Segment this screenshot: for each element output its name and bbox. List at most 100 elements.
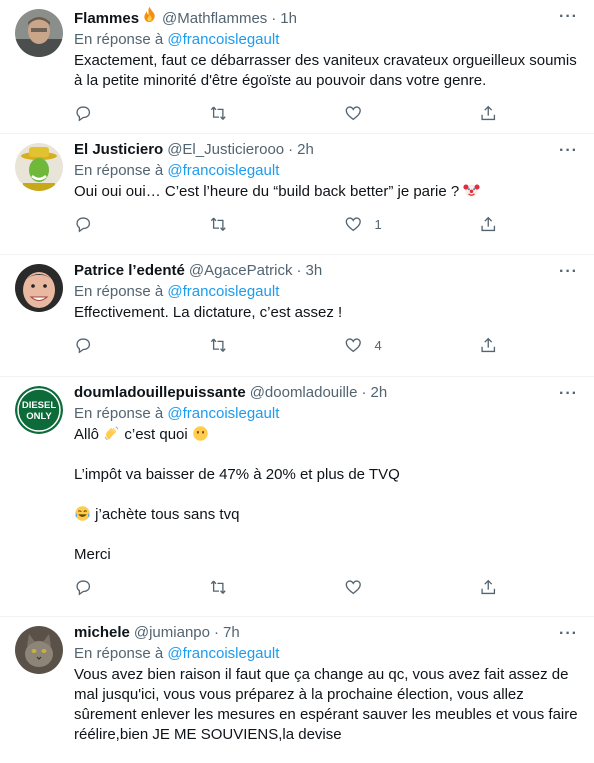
tweet[interactable]: ··· El Justiciero @El_Justicierooo · 2h …	[0, 134, 594, 255]
more-icon[interactable]: ···	[559, 142, 578, 160]
more-icon[interactable]: ···	[559, 385, 578, 403]
tweet-text-line: L’impôt va baisser de 47% à 20% et plus …	[74, 466, 400, 483]
like-icon	[345, 106, 361, 121]
tweet-text-line: Merci	[74, 546, 111, 563]
reply-icon	[76, 106, 91, 122]
avatar[interactable]: DIESEL ONLY	[15, 386, 63, 434]
avatar[interactable]	[15, 9, 63, 57]
retweet-button[interactable]	[209, 104, 344, 123]
reply-context: En réponse à @francoislegault	[74, 30, 578, 50]
reply-prefix: En réponse à	[74, 405, 164, 422]
like-button[interactable]: 1	[344, 215, 479, 234]
display-name[interactable]: Flammes	[74, 9, 139, 29]
tweet-text-line: à la petite minorité d'être égoïste au p…	[74, 72, 487, 89]
tweet-text: Oui oui oui… C’est l’heure du “build bac…	[74, 182, 578, 202]
mention-link[interactable]: @francoislegault	[167, 645, 279, 662]
separator-dot: ·	[288, 141, 294, 158]
share-icon	[481, 216, 496, 231]
like-icon	[345, 338, 361, 353]
timestamp[interactable]: 1h	[280, 9, 297, 29]
avatar[interactable]	[15, 626, 63, 674]
avatar[interactable]	[15, 143, 63, 191]
timestamp[interactable]: 7h	[223, 623, 240, 643]
tweet[interactable]: ··· michele @jumianpo · 7h En réponse à …	[0, 617, 594, 763]
avatar-text-2: ONLY	[26, 411, 52, 422]
more-icon[interactable]: ···	[559, 8, 578, 26]
reply-button[interactable]	[74, 336, 209, 355]
tweet-text-line: Oui oui oui… C’est l’heure du “build bac…	[74, 182, 578, 202]
mention-link[interactable]: @francoislegault	[167, 405, 279, 422]
tweet-actions: 1	[74, 207, 578, 241]
share-icon	[481, 337, 496, 352]
display-name[interactable]: michele	[74, 623, 130, 643]
tweet-actions: 4	[74, 328, 578, 362]
more-icon[interactable]: ···	[559, 625, 578, 643]
mention-link[interactable]: @francoislegault	[167, 162, 279, 179]
avatar[interactable]	[15, 264, 63, 312]
tears-of-joy-emoji	[74, 505, 91, 522]
share-icon	[481, 105, 496, 120]
separator-dot: ·	[296, 262, 302, 279]
like-button[interactable]	[344, 578, 479, 597]
mention-link[interactable]: @francoislegault	[167, 31, 279, 48]
mention-link[interactable]: @francoislegault	[167, 283, 279, 300]
share-button[interactable]	[479, 578, 498, 597]
reply-prefix: En réponse à	[74, 31, 164, 48]
tweet[interactable]: DIESEL ONLY ··· doumladouillepuissante @…	[0, 377, 594, 617]
separator-dot: ·	[361, 384, 367, 401]
user-handle[interactable]: @AgacePatrick	[189, 261, 293, 281]
face-without-mouth-emoji	[192, 425, 209, 442]
retweet-button[interactable]	[209, 578, 344, 597]
user-handle[interactable]: @Mathflammes	[162, 9, 267, 29]
tweet[interactable]: ··· Patrice l’edenté @AgacePatrick · 3h …	[0, 255, 594, 377]
timestamp[interactable]: 3h	[306, 261, 323, 281]
share-button[interactable]	[479, 104, 498, 123]
tweet-text-line: mal jusqu'ici, vous vous préparez à la p…	[74, 686, 524, 703]
retweet-button[interactable]	[209, 215, 344, 234]
tweet-text-line: Effectivement. La dictature, c’est assez…	[74, 304, 343, 321]
clown-face-emoji	[463, 182, 480, 199]
display-name[interactable]: El Justiciero	[74, 140, 163, 160]
tweet-text: Effectivement. La dictature, c’est assez…	[74, 303, 578, 323]
share-icon	[481, 579, 496, 594]
retweet-icon	[210, 106, 226, 120]
reply-context: En réponse à @francoislegault	[74, 644, 578, 664]
like-count: 4	[374, 337, 382, 353]
share-button[interactable]	[479, 215, 498, 234]
like-icon	[345, 217, 361, 232]
reply-button[interactable]	[74, 104, 209, 123]
tweet-text-content: Oui oui oui… C’est l’heure du “build bac…	[74, 183, 460, 200]
tweet-text: Allô c’est quoi L’impôt va baisser de 47…	[74, 425, 578, 565]
user-handle[interactable]: @El_Justicierooo	[167, 140, 284, 160]
like-count: 1	[374, 216, 382, 232]
display-name[interactable]: doumladouillepuissante	[74, 383, 246, 403]
timestamp[interactable]: 2h	[370, 383, 387, 403]
reply-button[interactable]	[74, 578, 209, 597]
fire-emoji	[141, 6, 158, 23]
like-icon	[345, 580, 361, 595]
retweet-icon	[210, 217, 226, 231]
reply-context: En réponse à @francoislegault	[74, 282, 578, 302]
reply-context: En réponse à @francoislegault	[74, 404, 578, 424]
avatar-text-1: DIESEL	[22, 400, 57, 411]
like-button[interactable]: 4	[344, 336, 479, 355]
reply-icon	[76, 338, 91, 354]
like-button[interactable]	[344, 104, 479, 123]
user-handle[interactable]: @jumianpo	[134, 623, 210, 643]
display-name[interactable]: Patrice l’edenté	[74, 261, 185, 281]
retweet-button[interactable]	[209, 336, 344, 355]
user-handle[interactable]: @doomladouille	[250, 383, 358, 403]
tweet-text: Exactement, faut ce débarrasser des vani…	[74, 51, 578, 91]
more-icon[interactable]: ···	[559, 263, 578, 281]
reply-icon	[76, 580, 91, 596]
tweet[interactable]: ··· Flammes @Mathflammes · 1h En réponse…	[0, 0, 594, 134]
tweet-text-content: c’est quoi	[124, 426, 188, 443]
reply-button[interactable]	[74, 215, 209, 234]
tweet-text-line: j’achète tous sans tvq	[74, 505, 578, 525]
timestamp[interactable]: 2h	[297, 140, 314, 160]
tweet-actions	[74, 570, 578, 604]
share-button[interactable]	[479, 336, 498, 355]
